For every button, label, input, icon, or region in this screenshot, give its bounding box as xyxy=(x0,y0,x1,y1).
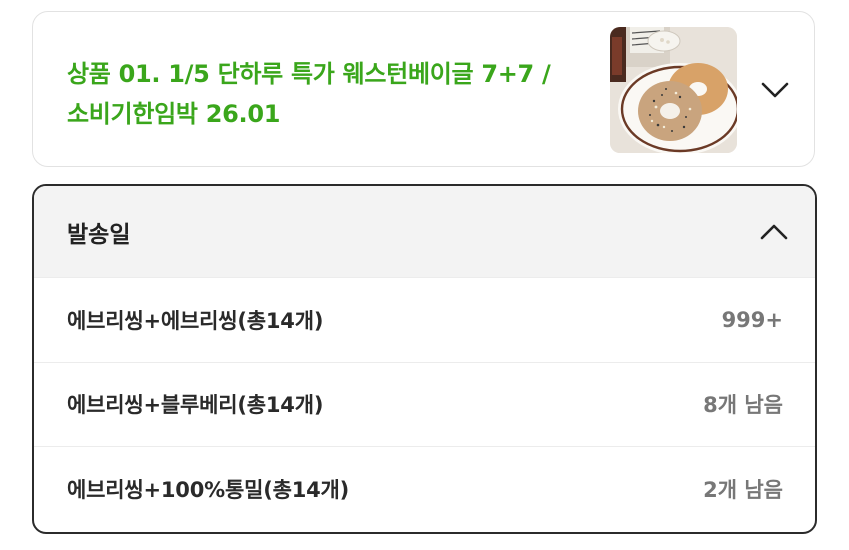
product-title-line1: 상품 01. 1/5 단하루 특가 웨스턴베이글 7+7 / xyxy=(67,60,551,88)
product-title: 상품 01. 1/5 단하루 특가 웨스턴베이글 7+7 / 소비기한임박 26… xyxy=(67,54,587,134)
option-row-everything-blueberry[interactable]: 에브리씽+블루베리(총14개) 8개 남음 xyxy=(34,361,815,447)
option-panel-title: 발송일 xyxy=(67,221,131,248)
option-dropdown-panel: 발송일 에브리씽+에브리씽(총14개) 999+ 에브리씽+블루베리(총14개)… xyxy=(32,184,817,534)
product-card[interactable]: 상품 01. 1/5 단하루 특가 웨스턴베이글 7+7 / 소비기한임박 26… xyxy=(32,11,815,167)
chevron-down-icon xyxy=(761,82,789,98)
option-stock: 8개 남음 xyxy=(703,393,783,418)
option-name: 에브리씽+에브리씽(총14개) xyxy=(67,308,324,333)
option-panel-header[interactable]: 발송일 xyxy=(34,186,815,277)
option-name: 에브리씽+100%통밀(총14개) xyxy=(67,477,350,502)
option-row-everything-everything[interactable]: 에브리씽+에브리씽(총14개) 999+ xyxy=(34,277,815,362)
option-name: 에브리씽+블루베리(총14개) xyxy=(67,393,324,418)
product-thumbnail xyxy=(610,27,737,153)
option-stock: 2개 남음 xyxy=(703,477,783,502)
option-stock: 999+ xyxy=(721,307,783,332)
option-row-everything-wholewheat[interactable]: 에브리씽+100%통밀(총14개) 2개 남음 xyxy=(34,446,815,531)
product-title-line2: 소비기한임박 26.01 xyxy=(67,100,281,128)
bagel-photo xyxy=(610,27,737,153)
chevron-up-icon xyxy=(760,224,788,239)
expand-product-button[interactable] xyxy=(757,72,793,108)
